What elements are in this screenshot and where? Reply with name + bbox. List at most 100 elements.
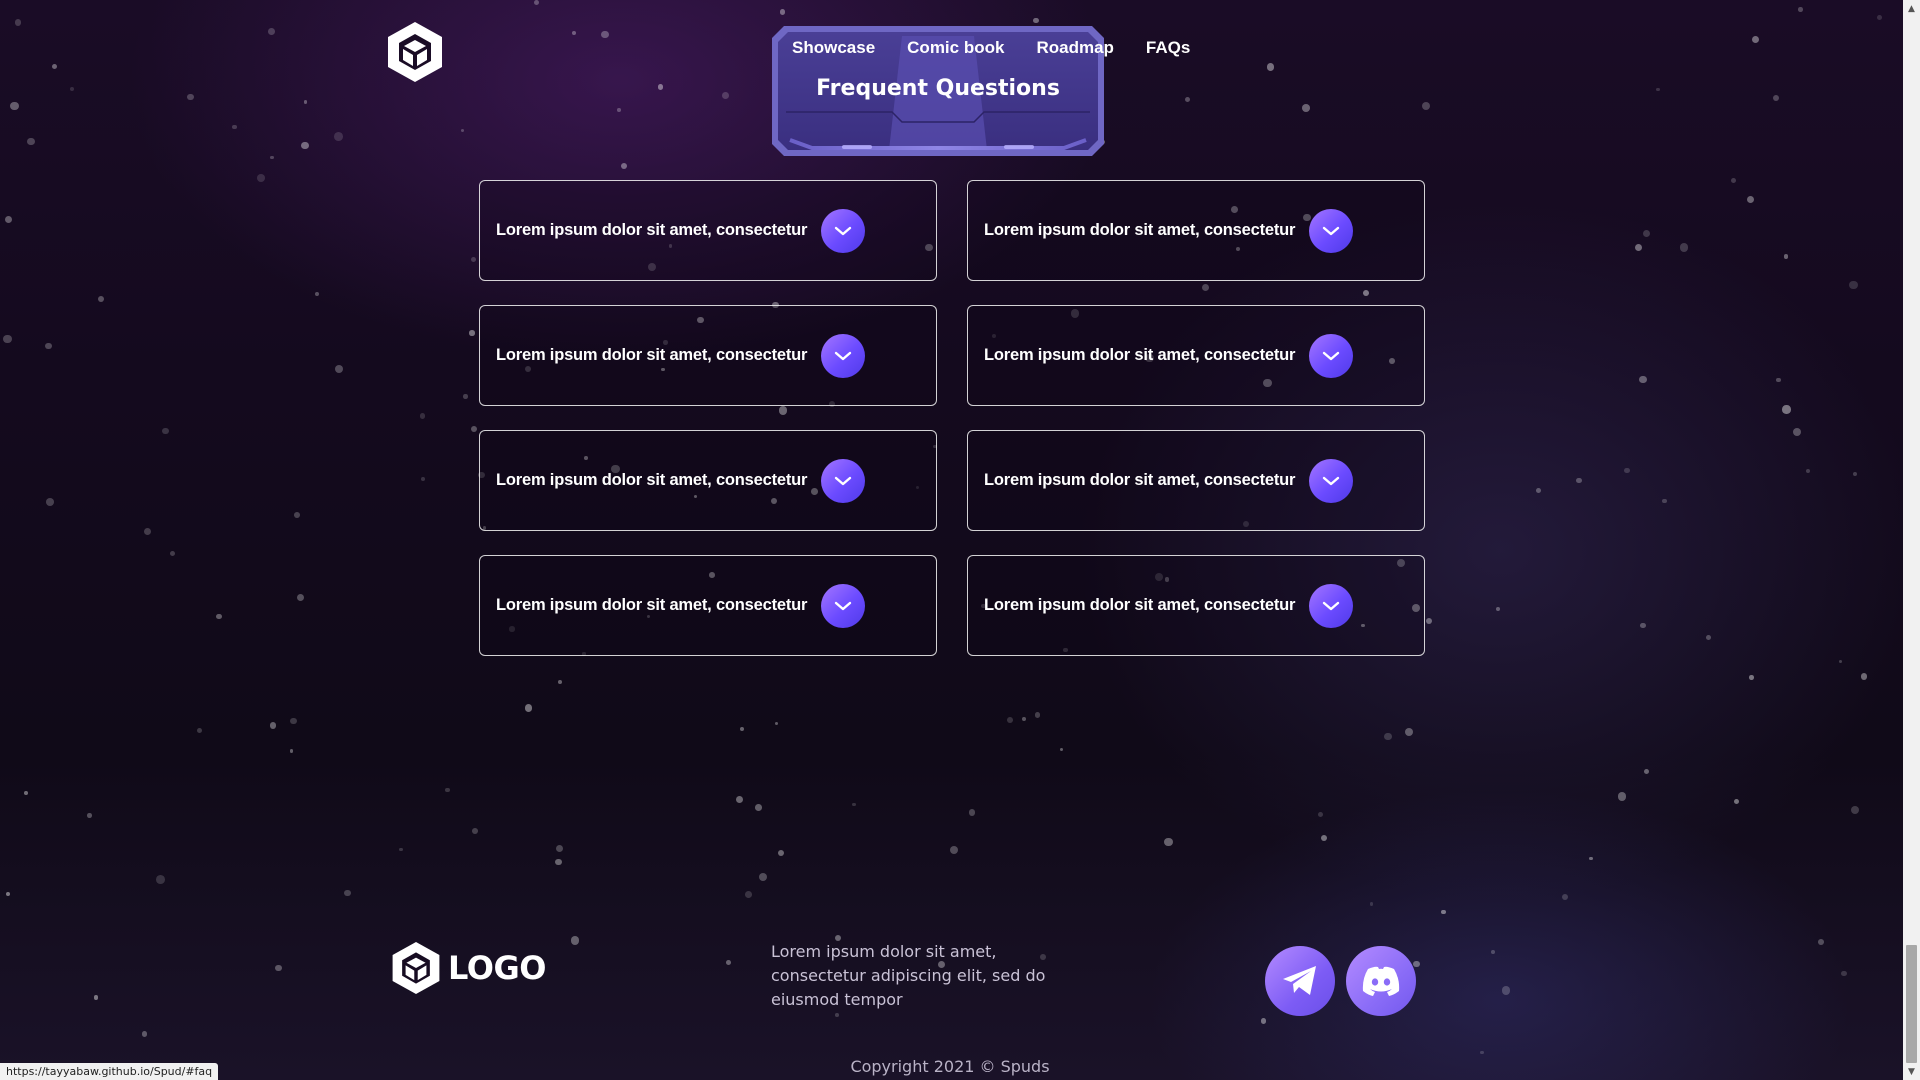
faq-item[interactable]: Lorem ipsum dolor sit amet, consectetur — [479, 180, 937, 281]
star-dot — [1413, 960, 1420, 968]
star-dot — [1877, 15, 1883, 20]
star-dot — [45, 343, 52, 350]
star-dot — [969, 809, 976, 816]
vertical-scrollbar[interactable]: ▲ ▼ — [1903, 0, 1920, 1080]
star-dot — [267, 28, 275, 35]
star-dot — [558, 680, 563, 685]
expand-chevron-button[interactable] — [1309, 458, 1354, 503]
star-dot — [524, 703, 533, 712]
cube-logo-icon[interactable] — [385, 20, 445, 84]
star-dot — [51, 64, 57, 70]
star-dot — [1730, 177, 1737, 184]
star-dot — [533, 0, 539, 6]
star-dot — [1006, 717, 1013, 724]
faq-item[interactable]: Lorem ipsum dolor sit amet, consectetur — [479, 555, 937, 656]
nav-faqs[interactable]: FAQs — [1146, 38, 1190, 58]
expand-chevron-button[interactable] — [1309, 333, 1354, 378]
expand-chevron-button[interactable] — [821, 458, 866, 503]
star-dot — [469, 330, 475, 336]
telegram-button[interactable] — [1265, 946, 1335, 1016]
star-dot — [555, 858, 562, 865]
star-dot — [399, 847, 403, 852]
star-dot — [335, 364, 344, 373]
star-dot — [344, 890, 351, 897]
star-dot — [1480, 1050, 1484, 1054]
star-dot — [143, 528, 151, 536]
chevron-down-icon — [1323, 476, 1340, 485]
footer-description: Lorem ipsum dolor sit amet, consectetur … — [771, 942, 1046, 1009]
expand-chevron-button[interactable] — [821, 333, 866, 378]
faq-item[interactable]: Lorem ipsum dolor sit amet, consectetur — [479, 430, 937, 531]
star-dot — [1369, 902, 1374, 906]
expand-chevron-button[interactable] — [821, 208, 866, 253]
star-dot — [463, 394, 468, 399]
star-dot — [14, 19, 22, 27]
star-dot — [334, 131, 343, 141]
star-dot — [472, 828, 479, 834]
star-dot — [571, 31, 576, 36]
faq-item[interactable]: Lorem ipsum dolor sit amet, consectetur — [967, 305, 1425, 406]
cube-logo-icon — [392, 942, 440, 994]
star-dot — [97, 296, 104, 303]
star-dot — [1679, 242, 1689, 252]
scrollbar-thumb[interactable] — [1906, 945, 1917, 1063]
star-dot — [461, 129, 465, 133]
faq-item[interactable]: Lorem ipsum dolor sit amet, consectetur — [967, 430, 1425, 531]
star-dot — [1662, 498, 1667, 504]
star-dot — [1535, 487, 1541, 493]
star-dot — [301, 141, 309, 149]
footer-logo[interactable]: LOGO — [390, 940, 546, 996]
chevron-down-icon — [835, 476, 852, 485]
star-dot — [1818, 939, 1824, 945]
star-dot — [1266, 63, 1275, 71]
star-dot — [141, 1031, 148, 1037]
star-dot — [739, 727, 745, 732]
faq-question: Lorem ipsum dolor sit amet, consectetur — [496, 471, 808, 489]
star-dot — [46, 498, 54, 507]
star-dot — [70, 86, 75, 91]
star-dot — [5, 892, 10, 897]
chevron-down-icon — [835, 601, 852, 610]
faq-item[interactable]: Lorem ipsum dolor sit amet, consectetur — [967, 555, 1425, 656]
expand-chevron-button[interactable] — [1309, 583, 1354, 628]
expand-chevron-button[interactable] — [1309, 208, 1354, 253]
star-dot — [269, 722, 277, 730]
star-dot — [196, 728, 202, 734]
star-dot — [5, 215, 13, 223]
faq-question: Lorem ipsum dolor sit amet, consectetur — [496, 221, 808, 239]
star-dot — [1734, 799, 1740, 805]
star-dot — [779, 8, 786, 15]
faq-item[interactable]: Lorem ipsum dolor sit amet, consectetur — [479, 305, 937, 406]
star-dot — [1617, 792, 1627, 801]
nav-comic-book[interactable]: Comic book — [907, 38, 1004, 58]
star-dot — [1706, 635, 1712, 640]
star-dot — [1624, 467, 1630, 474]
star-dot — [270, 155, 274, 160]
star-dot — [1861, 673, 1868, 680]
star-dot — [601, 30, 609, 39]
discord-icon — [1362, 966, 1400, 996]
faq-item[interactable]: Lorem ipsum dolor sit amet, consectetur — [967, 180, 1425, 281]
star-dot — [1501, 986, 1511, 996]
star-dot — [1639, 376, 1647, 384]
star-dot — [419, 413, 426, 419]
nav-roadmap[interactable]: Roadmap — [1036, 38, 1113, 58]
star-dot — [1260, 1018, 1267, 1025]
nav-showcase[interactable]: Showcase — [792, 38, 875, 58]
star-dot — [1301, 103, 1310, 112]
star-dot — [1421, 101, 1431, 111]
faq-grid: Lorem ipsum dolor sit amet, consectetur … — [479, 180, 1425, 656]
star-dot — [471, 426, 478, 433]
expand-chevron-button[interactable] — [821, 583, 866, 628]
star-dot — [1656, 87, 1660, 92]
star-dot — [745, 891, 752, 899]
star-dot — [1643, 229, 1651, 237]
scroll-up-arrow-icon[interactable]: ▲ — [1903, 0, 1920, 17]
discord-button[interactable] — [1346, 946, 1416, 1016]
star-dot — [1805, 468, 1811, 474]
star-dot — [1751, 35, 1759, 44]
scroll-down-arrow-icon[interactable]: ▼ — [1903, 1063, 1920, 1080]
star-dot — [1496, 607, 1501, 612]
star-dot — [1441, 909, 1446, 915]
star-dot — [1782, 405, 1791, 414]
